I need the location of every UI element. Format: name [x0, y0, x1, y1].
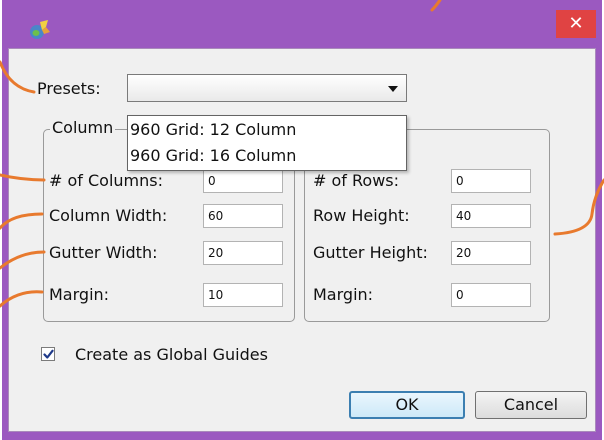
chevron-down-icon[interactable]: [388, 86, 398, 92]
gutter-width-input[interactable]: 20: [203, 241, 283, 265]
global-guides-label[interactable]: Create as Global Guides: [75, 345, 268, 364]
app-icon: [28, 18, 52, 42]
title-bar: ✕: [2, 0, 602, 48]
num-columns-input[interactable]: 0: [203, 169, 283, 193]
gutter-height-label: Gutter Height:: [313, 243, 428, 262]
close-button[interactable]: ✕: [556, 10, 596, 38]
column-width-input[interactable]: 60: [203, 204, 283, 228]
gutter-height-input[interactable]: 20: [451, 241, 531, 265]
row-margin-label: Margin:: [313, 285, 374, 304]
presets-label: Presets:: [37, 79, 101, 98]
ok-button[interactable]: OK: [349, 391, 465, 419]
column-width-label: Column Width:: [49, 206, 168, 225]
column-margin-input[interactable]: 10: [203, 283, 283, 307]
presets-option-12-column[interactable]: 960 Grid: 12 Column: [130, 120, 296, 139]
screenshot-stage: ✕ Presets: Column # of Columns: 0 Column…: [0, 0, 604, 440]
num-rows-input[interactable]: 0: [451, 169, 531, 193]
presets-combobox[interactable]: [127, 74, 407, 102]
num-columns-label: # of Columns:: [49, 171, 163, 190]
presets-option-16-column[interactable]: 960 Grid: 16 Column: [130, 146, 296, 165]
cancel-button[interactable]: Cancel: [475, 391, 587, 419]
row-height-label: Row Height:: [313, 206, 410, 225]
global-guides-checkbox[interactable]: [41, 347, 55, 361]
row-height-input[interactable]: 40: [451, 204, 531, 228]
column-margin-label: Margin:: [49, 285, 110, 304]
gutter-width-label: Gutter Width:: [49, 243, 158, 262]
columns-group-title: Column: [50, 118, 116, 137]
presets-dropdown-list: 960 Grid: 12 Column 960 Grid: 16 Column: [127, 115, 407, 171]
checkmark-icon: [43, 349, 54, 359]
num-rows-label: # of Rows:: [313, 171, 399, 190]
dialog-body: Presets: Column # of Columns: 0 Column W…: [8, 48, 596, 432]
row-margin-input[interactable]: 0: [451, 283, 531, 307]
dialog-window: ✕ Presets: Column # of Columns: 0 Column…: [2, 0, 602, 440]
